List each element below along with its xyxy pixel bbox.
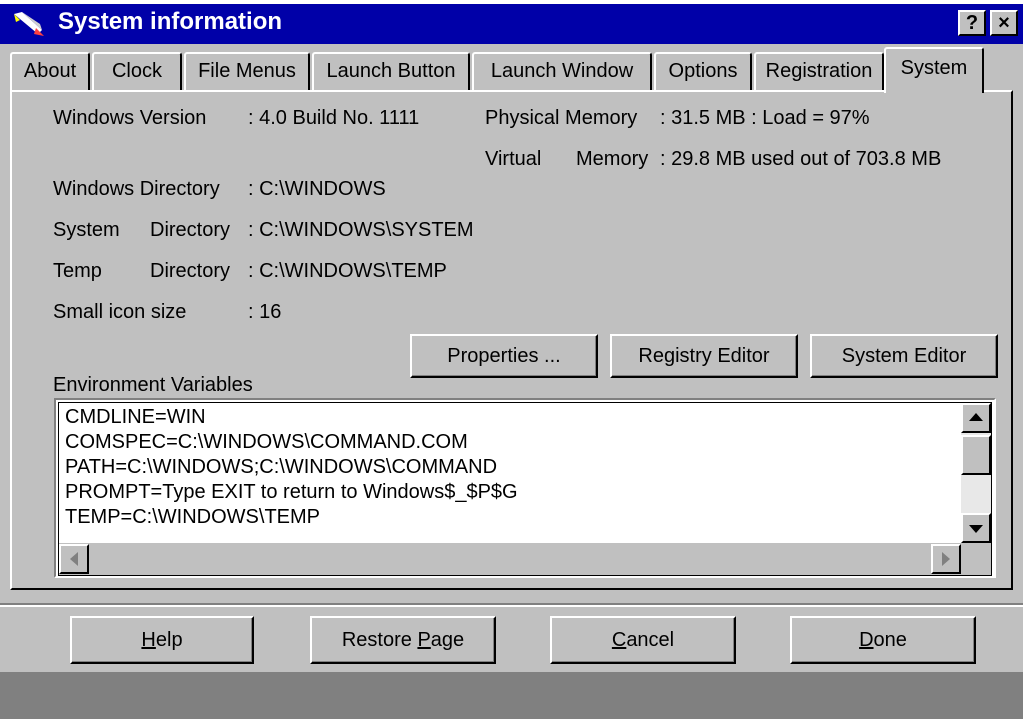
tab-options[interactable]: Options <box>654 52 752 90</box>
virtual-memory-value: : 29.8 MB used out of 703.8 MB <box>660 148 942 170</box>
window-title: System information <box>58 8 283 35</box>
close-icon: × <box>998 12 1010 34</box>
temp-directory-value: : C:\WINDOWS\TEMP <box>248 260 447 282</box>
list-item[interactable]: CMDLINE=WIN <box>65 405 206 429</box>
windows-version-value: : 4.0 Build No. 1111 <box>248 107 420 129</box>
help-access-key: H <box>141 629 156 651</box>
physical-memory-label: Physical Memory <box>485 107 638 129</box>
question-icon: ? <box>965 12 979 34</box>
scroll-up-button[interactable] <box>961 403 991 433</box>
cancel-access-key: C <box>611 629 627 651</box>
tab-clock[interactable]: Clock <box>92 52 182 90</box>
restore-page-button[interactable]: Restore Page <box>310 616 496 664</box>
list-item[interactable]: TEMP=C:\WINDOWS\TEMP <box>65 505 320 529</box>
tab-launch-button[interactable]: Launch Button <box>312 52 470 90</box>
arrow-right-icon <box>942 552 950 566</box>
tab-registration[interactable]: Registration <box>754 52 884 90</box>
footer-divider-highlight <box>0 605 1023 607</box>
windows-directory-label: Windows Directory <box>53 178 220 200</box>
help-button[interactable]: Help <box>70 616 254 664</box>
system-directory-label-b: Directory <box>150 219 231 241</box>
environment-variables-label: Environment Variables <box>53 374 253 396</box>
environment-list-frame: CMDLINE=WIN COMSPEC=C:\WINDOWS\COMMAND.C… <box>58 402 992 576</box>
restore-label-pre: Restore <box>341 629 418 651</box>
temp-directory-label-b: Directory <box>150 260 231 282</box>
system-directory-label-a: System <box>53 219 120 241</box>
arrow-left-icon <box>70 552 78 566</box>
scroll-right-button[interactable] <box>931 544 961 574</box>
done-button[interactable]: Done <box>790 616 976 664</box>
windows-version-label: Windows Version <box>53 107 207 129</box>
tab-launch-window[interactable]: Launch Window <box>472 52 652 90</box>
scrollbar-corner <box>961 543 991 575</box>
restore-label-rest: age <box>430 629 465 651</box>
scroll-down-button[interactable] <box>961 513 991 543</box>
system-directory-value: : C:\WINDOWS\SYSTEM <box>248 219 474 241</box>
help-title-button[interactable]: ? <box>958 10 986 36</box>
list-item[interactable]: PATH=C:\WINDOWS;C:\WINDOWS\COMMAND <box>65 455 497 479</box>
vertical-scroll-thumb[interactable] <box>961 435 991 475</box>
tab-file-menus[interactable]: File Menus <box>184 52 310 90</box>
list-item[interactable]: COMSPEC=C:\WINDOWS\COMMAND.COM <box>65 430 468 454</box>
properties-button[interactable]: Properties ... <box>410 334 598 378</box>
system-editor-button[interactable]: System Editor <box>810 334 998 378</box>
windows-directory-value: : C:\WINDOWS <box>248 178 386 200</box>
temp-directory-label-a: Temp <box>53 260 102 282</box>
virtual-memory-label-a: Virtual <box>485 148 542 170</box>
arrow-down-icon <box>969 525 983 533</box>
status-bar <box>0 672 1023 719</box>
physical-memory-value: : 31.5 MB : Load = 97% <box>660 107 870 129</box>
done-access-key: D <box>859 629 874 651</box>
virtual-memory-label-b: Memory <box>576 148 649 170</box>
scroll-left-button[interactable] <box>59 544 89 574</box>
registry-editor-button[interactable]: Registry Editor <box>610 334 798 378</box>
small-icon-size-label: Small icon size <box>53 301 187 323</box>
cancel-label-rest: ancel <box>626 629 675 651</box>
tab-about[interactable]: About <box>10 52 90 90</box>
list-item[interactable]: PROMPT=Type EXIT to return to Windows$_$… <box>65 480 518 504</box>
close-button[interactable]: × <box>990 10 1018 36</box>
tab-system[interactable]: System <box>884 47 984 93</box>
done-label-rest: one <box>873 629 907 651</box>
arrow-up-icon <box>969 413 983 421</box>
restore-access-key: P <box>417 629 431 651</box>
small-icon-size-value: : 16 <box>248 301 282 323</box>
app-rocket-icon <box>12 10 46 38</box>
help-label-rest: elp <box>155 629 183 651</box>
environment-variables-list[interactable]: CMDLINE=WIN COMSPEC=C:\WINDOWS\COMMAND.C… <box>54 398 996 578</box>
cancel-button[interactable]: Cancel <box>550 616 736 664</box>
horizontal-scrollbar[interactable] <box>59 543 961 575</box>
